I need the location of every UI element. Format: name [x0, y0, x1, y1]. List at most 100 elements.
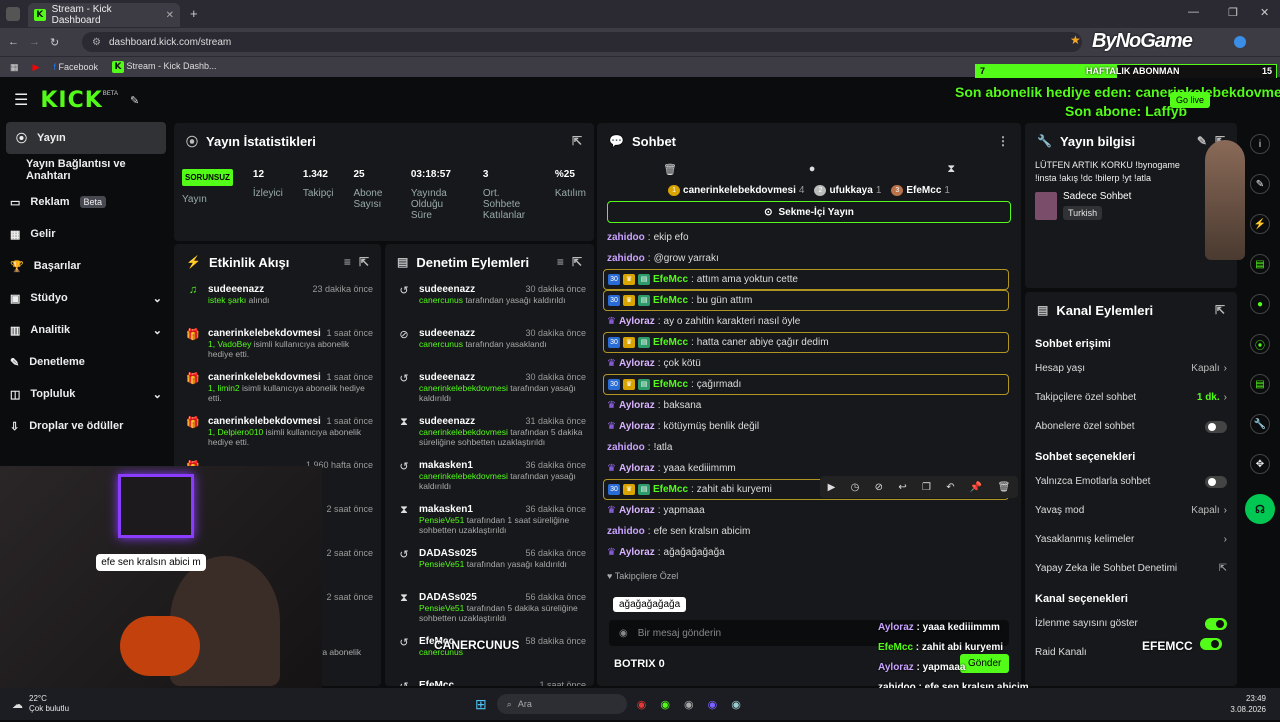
moderation-detail-user[interactable]: canerinkelebekdovmesi [419, 383, 508, 393]
chat-username[interactable]: zahidoo [607, 526, 645, 537]
chat-icon[interactable]: ● [809, 163, 816, 175]
hamburger-menu-icon[interactable]: ☰ [14, 90, 28, 110]
steam-icon[interactable]: ◉ [731, 698, 741, 711]
more-options-icon[interactable]: ⋮ [997, 134, 1009, 148]
chat-username[interactable]: Ayloraz [619, 463, 655, 474]
top-chatter[interactable]: 3 EfeMcc 1 [891, 184, 950, 196]
site-info-icon[interactable]: ⚙ [92, 37, 101, 48]
chat-username[interactable]: Ayloraz [619, 316, 655, 327]
close-window-icon[interactable]: ✕ [1260, 6, 1269, 19]
setting-control[interactable] [1205, 475, 1227, 488]
category-name[interactable]: Sadece Sohbet [1063, 191, 1131, 202]
browser-tab[interactable]: K Stream - Kick Dashboard ✕ [28, 3, 180, 27]
view-count-toggle[interactable] [1200, 638, 1224, 652]
activity-detail-user[interactable]: istek şarkı [208, 295, 246, 305]
info-icon[interactable]: i [1250, 134, 1270, 154]
popout-icon[interactable]: ⇱ [572, 134, 582, 148]
moderation-username[interactable]: makasken1 [419, 460, 473, 471]
apps-icon[interactable]: ✥ [1250, 454, 1270, 474]
hourglass-icon[interactable]: ⧗ [947, 163, 955, 176]
top-chatter[interactable]: 1 canerinkelebekdovmesi 4 [668, 184, 804, 196]
activity-username[interactable]: sudeeenazz [208, 284, 264, 295]
sidebar-item-5[interactable]: 🏆 Başarılar [0, 250, 172, 282]
reply-icon[interactable]: ↩ [898, 482, 906, 493]
weather-widget[interactable]: 22°C Çok bulutlu [29, 694, 69, 714]
filter-icon[interactable]: ≡ [557, 255, 564, 269]
setting-control[interactable]: Kapalı › [1191, 363, 1227, 374]
chart-icon[interactable]: ⚡ [1250, 214, 1270, 234]
top-chatter[interactable]: 2 ufukkaya 1 [814, 184, 881, 196]
moderation-detail-user[interactable]: PensieVe51 [419, 603, 464, 613]
channel-setting-row[interactable]: Hesap yaşı Kapalı › [1025, 354, 1237, 383]
sidebar-item-1[interactable]: ⦿ Yayın [6, 122, 166, 154]
spotify-icon[interactable]: ◉ [660, 698, 670, 711]
channel-setting-row[interactable]: Yalnızca Emotlarla sohbet [1025, 467, 1237, 496]
chat-username[interactable]: Ayloraz [619, 358, 655, 369]
channel-setting-row[interactable]: Yapay Zeka ile Sohbet Denetimi ⇱ [1025, 554, 1237, 583]
undo-icon[interactable]: ↶ [946, 482, 954, 493]
activity-detail-user[interactable]: 1, Delpiero010 [208, 427, 263, 437]
activity-username[interactable]: canerinkelebekdovmesi [208, 372, 321, 383]
document-icon[interactable]: ▤ [1250, 254, 1270, 274]
slash-icon[interactable]: ⊘ [875, 482, 883, 493]
activity-detail-user[interactable]: 1, limin2 [208, 383, 240, 393]
moderation-username[interactable]: sudeeenazz [419, 284, 475, 295]
edit-icon[interactable]: ✎ [1250, 174, 1270, 194]
chat-username[interactable]: zahidoo [607, 232, 645, 243]
kick-logo[interactable]: KICK [40, 88, 102, 113]
moderation-detail-user[interactable]: canercunus [419, 339, 463, 349]
youtube-icon[interactable]: ▶ [33, 62, 40, 73]
filter-icon[interactable]: ≡ [344, 255, 351, 269]
activity-username[interactable]: canerinkelebekdovmesi [208, 328, 321, 339]
new-tab-icon[interactable]: + [190, 6, 198, 21]
chat-username[interactable]: zahidoo [607, 442, 645, 453]
moderation-username[interactable]: DADASs025 [419, 592, 477, 603]
popout-icon[interactable]: ⇱ [1215, 303, 1225, 317]
maximize-icon[interactable]: ❐ [1228, 6, 1238, 19]
copy-icon[interactable]: ❐ [922, 482, 931, 493]
chat-username[interactable]: Ayloraz [619, 421, 655, 432]
activity-detail-user[interactable]: 1, VadoBey [208, 339, 251, 349]
go-live-button[interactable]: Go live [1170, 92, 1211, 108]
windows-start-icon[interactable]: ⊞ [475, 696, 487, 713]
moderation-detail-user[interactable]: canerinkelebekdovmesi [419, 471, 508, 481]
chat-username[interactable]: Ayloraz [619, 547, 655, 558]
sidebar-item-10[interactable]: ⇩ Droplar ve ödüller [0, 410, 172, 442]
chevron-down-icon[interactable]: ⌄ [153, 388, 162, 401]
setting-control[interactable] [1205, 420, 1227, 433]
opera-icon[interactable]: ◉ [637, 698, 647, 711]
chat-icon[interactable]: ● [1250, 294, 1270, 314]
moderation-username[interactable]: sudeeenazz [419, 416, 475, 427]
tab-menu-icon[interactable] [6, 7, 20, 21]
pinned-stream-banner[interactable]: ⊙ Sekme-İçi Yayın [607, 201, 1011, 223]
sidebar-item-4[interactable]: ▦ Gelir [0, 218, 172, 250]
clock-icon[interactable]: ◷ [851, 482, 860, 493]
moderation-detail-user[interactable]: PensieVe51 [419, 559, 464, 569]
edit-icon[interactable]: ✎ [1197, 134, 1207, 148]
moderation-username[interactable]: sudeeenazz [419, 328, 475, 339]
bookmark-facebook[interactable]: f Facebook [53, 62, 98, 72]
delete-icon[interactable]: 🗑 [998, 482, 1011, 493]
channel-setting-row[interactable]: Takipçilere özel sohbet 1 dk. › [1025, 383, 1237, 412]
chat-username[interactable]: EfeMcc [653, 337, 688, 348]
setting-control[interactable]: › [1220, 534, 1227, 545]
chat-username[interactable]: Ayloraz [619, 505, 655, 516]
emoji-icon[interactable]: ◉ [619, 628, 628, 639]
popout-icon[interactable]: ⇱ [572, 255, 582, 269]
chat-username[interactable]: EfeMcc [653, 274, 688, 285]
pin-icon[interactable]: 📌 [970, 482, 982, 493]
channel-setting-row[interactable]: Abonelere özel sohbet [1025, 412, 1237, 441]
broadcast-icon[interactable]: ⦿ [1250, 334, 1270, 354]
play-icon[interactable]: ▶ [828, 482, 836, 493]
taskbar-search[interactable]: ⌕ Ara [496, 694, 627, 714]
apps-grid-icon[interactable]: ▦ [10, 62, 19, 73]
url-field[interactable]: ⚙ dashboard.kick.com/stream [82, 32, 1082, 52]
chat-username[interactable]: Ayloraz [619, 400, 655, 411]
sidebar-item-7[interactable]: ▥ Analitik ⌄ [0, 314, 172, 346]
activity-username[interactable]: canerinkelebekdovmesi [208, 416, 321, 427]
channel-setting-row[interactable]: Yavaş mod Kapalı › [1025, 496, 1237, 525]
setting-control[interactable]: 1 dk. › [1197, 392, 1227, 403]
tools-icon[interactable]: ✎ [130, 94, 139, 107]
sidebar-item-3[interactable]: ▭ Reklam Beta [0, 186, 172, 218]
moderation-username[interactable]: EfeMcc [419, 680, 454, 686]
